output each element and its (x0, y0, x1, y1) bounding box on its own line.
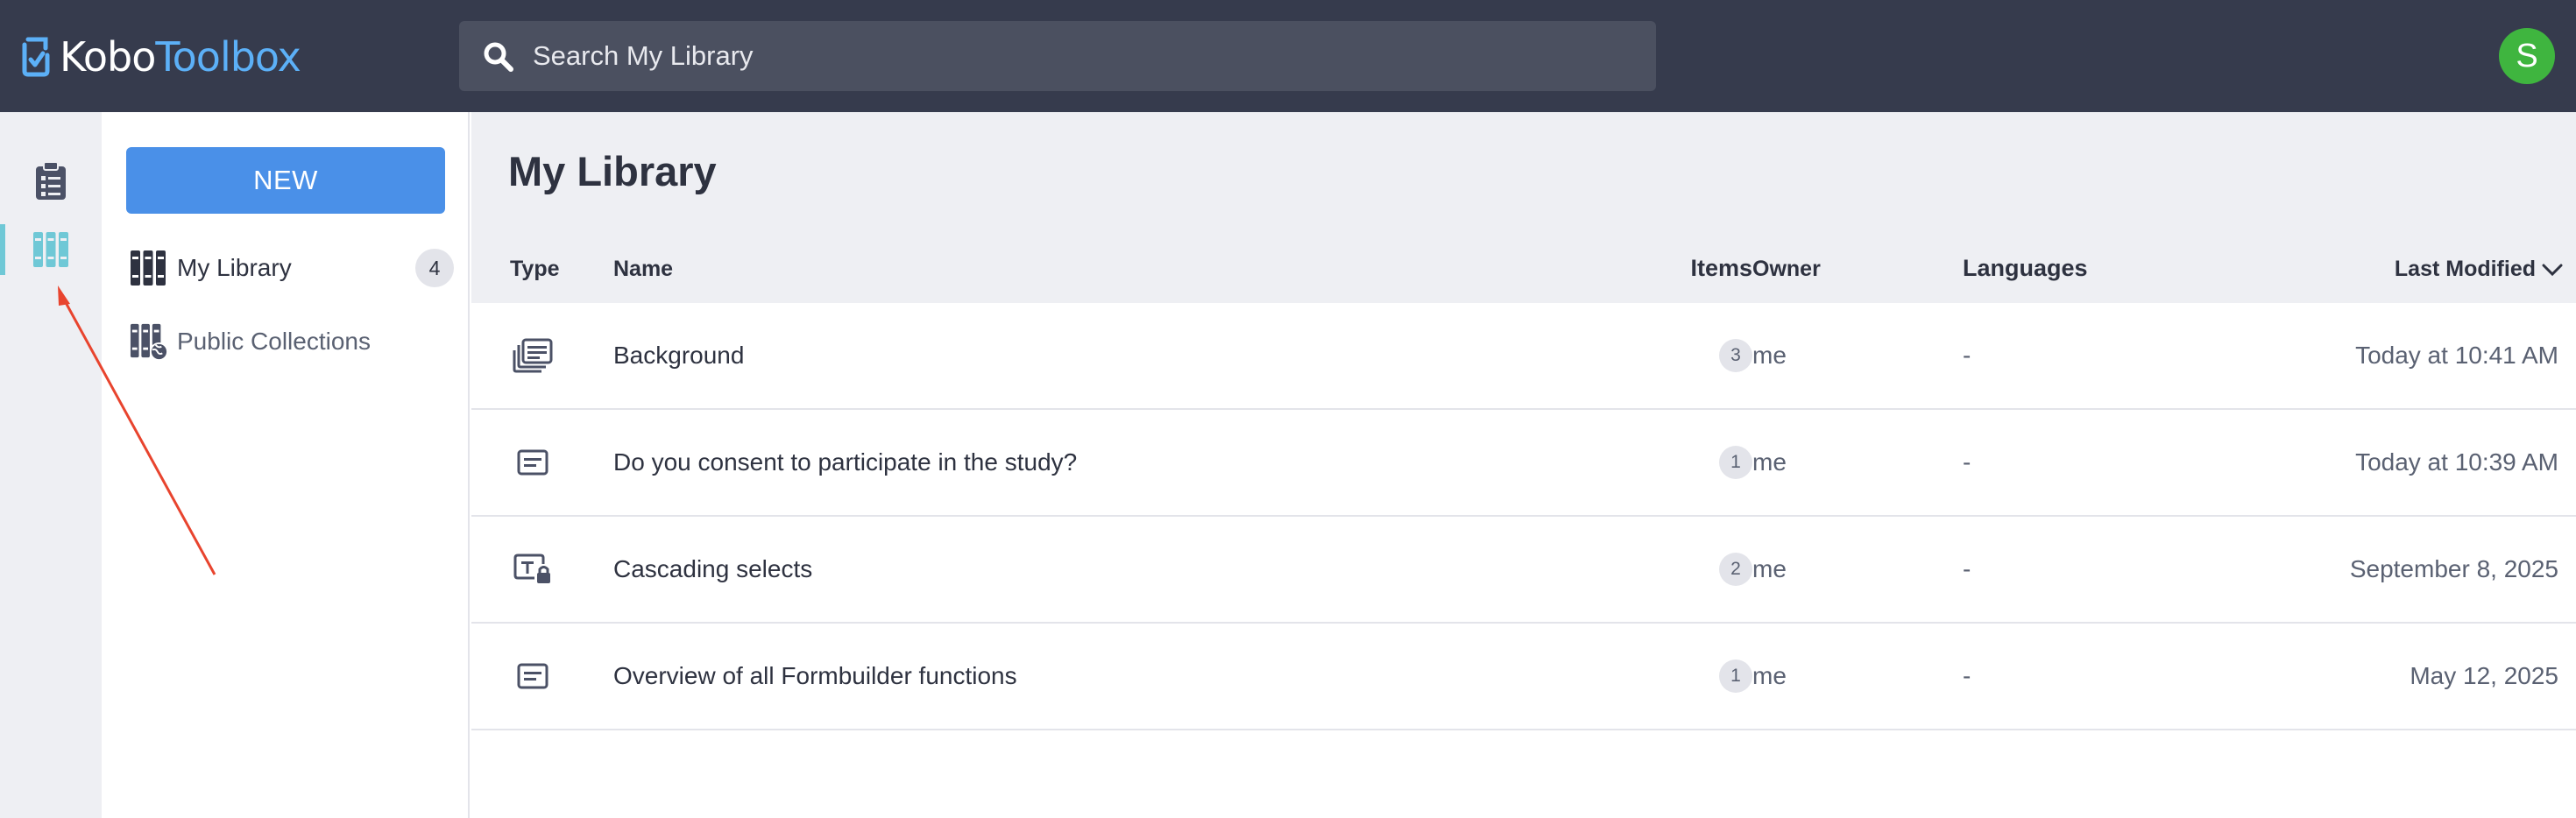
languages-cell: - (1963, 555, 1971, 582)
logo-text-toolbox: Toolbox (155, 33, 301, 81)
asset-name[interactable]: Cascading selects (613, 517, 812, 622)
asset-name[interactable]: Do you consent to participate in the stu… (613, 410, 1077, 515)
user-avatar[interactable]: S (2499, 28, 2555, 84)
sidebar-item-public-collections[interactable]: Public Collections (130, 315, 454, 368)
column-header-name[interactable]: Name (613, 257, 673, 282)
items-count-cell: 1 (1674, 410, 1752, 515)
languages-cell: - (1963, 448, 1971, 476)
items-count-cell: 1 (1674, 624, 1752, 729)
public-collections-icon (130, 320, 168, 363)
owner-cell: me (1752, 555, 1787, 582)
last-modified-cell: Today at 10:39 AM (2355, 448, 2558, 476)
logo-mark-icon (22, 37, 50, 77)
search-icon (484, 42, 513, 72)
owner-cell: me (1752, 662, 1787, 689)
library-books-icon (33, 232, 68, 267)
top-navigation-bar: KoboToolbox S (0, 0, 2576, 112)
items-count-badge: 1 (1719, 446, 1752, 479)
rail-library-button[interactable] (0, 219, 102, 280)
sidebar-item-label: My Library (177, 254, 292, 281)
chevron-down-icon (2542, 264, 2563, 277)
items-count-badge: 3 (1719, 339, 1752, 372)
asset-name[interactable]: Background (613, 303, 744, 408)
page-title: My Library (508, 148, 717, 194)
last-modified-cell: Today at 10:41 AM (2355, 342, 2558, 369)
sidebar-item-label: Public Collections (177, 328, 371, 355)
asset-name[interactable]: Overview of all Formbuilder functions (613, 624, 1017, 729)
items-count-badge: 2 (1719, 553, 1752, 586)
table-row[interactable]: Do you consent to participate in the stu… (471, 410, 2576, 517)
column-header-items[interactable]: Items (1654, 255, 1752, 282)
question-icon (508, 410, 557, 515)
column-header-type[interactable]: Type (510, 257, 560, 282)
projects-clipboard-icon (36, 161, 66, 200)
icon-rail (0, 112, 102, 818)
new-button[interactable]: NEW (126, 147, 445, 214)
search-input[interactable] (533, 21, 1628, 91)
items-count-cell: 3 (1674, 303, 1752, 408)
logo-text: KoboToolbox (60, 37, 301, 77)
column-header-owner[interactable]: Owner (1752, 257, 1821, 282)
library-books-icon (130, 246, 168, 290)
locked-template-icon (508, 517, 557, 622)
last-modified-cell: September 8, 2025 (2349, 555, 2558, 582)
logo-text-kobo: Kobo (60, 33, 156, 81)
column-header-last-modified-label: Last Modified (2394, 257, 2536, 281)
library-header: My Library Type Name Items Owner Languag… (471, 112, 2576, 303)
table-row[interactable]: Background 3 me - Today at 10:41 AM (471, 303, 2576, 410)
question-icon (508, 624, 557, 729)
languages-cell: - (1963, 342, 1971, 369)
search-bar[interactable] (459, 21, 1656, 91)
owner-cell: me (1752, 448, 1787, 476)
table-row[interactable]: Cascading selects 2 me - September 8, 20… (471, 517, 2576, 624)
column-header-last-modified[interactable]: Last Modified (2392, 257, 2564, 282)
library-main: My Library Type Name Items Owner Languag… (471, 112, 2576, 818)
library-count-badge: 4 (415, 249, 454, 287)
last-modified-cell: May 12, 2025 (2410, 662, 2558, 689)
languages-cell: - (1963, 662, 1971, 689)
items-count-badge: 1 (1719, 659, 1752, 693)
library-sidebar: NEW My Library 4 Public Collections (102, 112, 470, 818)
block-icon (508, 303, 557, 408)
table-row[interactable]: Overview of all Formbuilder functions 1 … (471, 624, 2576, 730)
rail-projects-button[interactable] (0, 151, 102, 212)
items-count-cell: 2 (1674, 517, 1752, 622)
sidebar-item-my-library[interactable]: My Library 4 (130, 242, 454, 294)
column-header-languages[interactable]: Languages (1963, 255, 2088, 282)
kobotoolbox-logo[interactable]: KoboToolbox (21, 26, 301, 88)
owner-cell: me (1752, 342, 1787, 369)
